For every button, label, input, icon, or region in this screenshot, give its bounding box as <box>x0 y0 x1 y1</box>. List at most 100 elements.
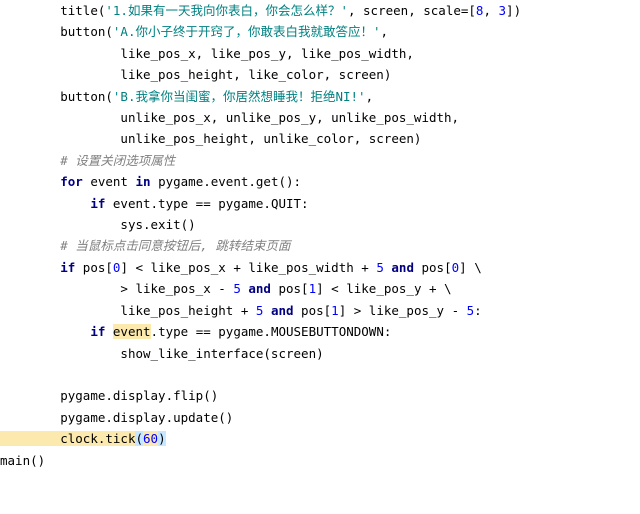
code-token: event.type == pygame.QUIT: <box>105 196 308 211</box>
code-token: if <box>90 324 105 339</box>
code-token: pos[ <box>271 281 309 296</box>
code-token: 0 <box>452 260 460 275</box>
code-line[interactable]: for event in pygame.event.get(): <box>0 174 301 189</box>
code-token <box>0 24 60 39</box>
code-token <box>0 324 90 339</box>
code-token: ) <box>158 431 166 446</box>
code-token <box>0 131 120 146</box>
code-token: 1 <box>309 281 317 296</box>
code-token: 1 <box>331 303 339 318</box>
code-token: if <box>60 260 75 275</box>
code-token: .type == pygame.MOUSEBUTTONDOWN: <box>151 324 392 339</box>
code-token: '1.如果有一天我向你表白，你会怎么样？' <box>105 3 348 18</box>
code-line[interactable]: like_pos_x, like_pos_y, like_pos_width, <box>0 46 414 61</box>
code-line[interactable]: button('A.你小子终于开窍了，你敢表白我就敢答应！', <box>0 24 388 39</box>
code-token: , <box>483 3 498 18</box>
code-token: 5 <box>233 281 241 296</box>
code-token: like_pos_height, like_color, screen) <box>120 67 391 82</box>
code-token <box>0 3 60 18</box>
code-line[interactable]: if event.type == pygame.MOUSEBUTTONDOWN: <box>0 324 391 339</box>
code-line[interactable]: main() <box>0 453 45 468</box>
code-token: and <box>248 281 271 296</box>
code-token <box>0 110 120 125</box>
code-line[interactable]: sys.exit() <box>0 217 196 232</box>
code-token: event <box>83 174 136 189</box>
code-line[interactable]: unlike_pos_x, unlike_pos_y, unlike_pos_w… <box>0 110 459 125</box>
code-token: ] \ <box>459 260 482 275</box>
code-token <box>0 89 60 104</box>
code-line[interactable]: title('1.如果有一天我向你表白，你会怎么样？', screen, sca… <box>0 3 521 18</box>
code-token: pygame.display.flip() <box>60 388 218 403</box>
code-token: main() <box>0 453 45 468</box>
code-token: pygame.event.get(): <box>151 174 302 189</box>
code-token: 5 <box>376 260 384 275</box>
code-token: event <box>113 324 151 339</box>
code-token <box>0 388 60 403</box>
code-token: in <box>135 174 150 189</box>
code-token: unlike_pos_x, unlike_pos_y, unlike_pos_w… <box>120 110 459 125</box>
code-editor[interactable]: title('1.如果有一天我向你表白，你会怎么样？', screen, sca… <box>0 0 640 471</box>
code-token: if <box>90 196 105 211</box>
code-token: > like_pos_x - <box>120 281 233 296</box>
code-line[interactable]: > like_pos_x - 5 and pos[1] < like_pos_y… <box>0 281 452 296</box>
code-line[interactable]: like_pos_height, like_color, screen) <box>0 67 391 82</box>
code-line[interactable]: pygame.display.flip() <box>0 388 218 403</box>
code-token: unlike_pos_height, unlike_color, screen) <box>120 131 421 146</box>
code-token <box>0 260 60 275</box>
code-token: ] > like_pos_y - <box>339 303 467 318</box>
code-token <box>0 217 120 232</box>
code-token: button( <box>60 24 113 39</box>
code-token <box>0 431 60 446</box>
code-line[interactable]: like_pos_height + 5 and pos[1] > like_po… <box>0 303 482 318</box>
code-token <box>263 303 271 318</box>
code-token: like_pos_height + <box>120 303 255 318</box>
code-token: title( <box>60 3 105 18</box>
code-token: button( <box>60 89 113 104</box>
code-token: : <box>474 303 482 318</box>
code-token: pos[ <box>75 260 113 275</box>
code-token: and <box>271 303 294 318</box>
code-line[interactable]: unlike_pos_height, unlike_color, screen) <box>0 131 421 146</box>
code-line[interactable]: pygame.display.update() <box>0 410 233 425</box>
code-line[interactable]: show_like_interface(screen) <box>0 346 324 361</box>
code-token: pos[ <box>294 303 332 318</box>
code-token: , screen, scale=[ <box>348 3 476 18</box>
code-token <box>0 67 120 82</box>
code-line[interactable]: clock.tick(60) <box>0 431 166 446</box>
code-token: ]) <box>506 3 521 18</box>
code-token: show_like_interface(screen) <box>120 346 323 361</box>
code-token <box>0 410 60 425</box>
code-token: ( <box>135 431 143 446</box>
code-token: pygame.display.update() <box>60 410 233 425</box>
code-token: ] < like_pos_y + \ <box>316 281 451 296</box>
code-token <box>0 46 120 61</box>
code-token: # 当鼠标点击同意按钮后, 跳转结束页面 <box>60 238 290 253</box>
code-token <box>0 346 120 361</box>
code-token: pos[ <box>414 260 452 275</box>
code-token: 60 <box>143 431 158 446</box>
code-token <box>0 238 60 253</box>
code-token: 3 <box>499 3 507 18</box>
code-token <box>105 324 113 339</box>
code-token: ] < like_pos_x + like_pos_width + <box>120 260 376 275</box>
code-token <box>0 174 60 189</box>
code-token: for <box>60 174 83 189</box>
code-line[interactable]: # 当鼠标点击同意按钮后, 跳转结束页面 <box>0 238 290 253</box>
code-token: and <box>391 260 414 275</box>
code-token <box>0 196 90 211</box>
code-line[interactable]: button('B.我拿你当闺蜜，你居然想睡我！拒绝NI!', <box>0 89 373 104</box>
code-token <box>0 303 120 318</box>
code-line[interactable]: # 设置关闭选项属性 <box>0 153 175 168</box>
code-line[interactable]: if event.type == pygame.QUIT: <box>0 196 309 211</box>
code-token: 'A.你小子终于开窍了，你敢表白我就敢答应！' <box>113 24 381 39</box>
code-token: , <box>381 24 389 39</box>
code-token <box>0 153 60 168</box>
code-token: clock.tick <box>60 431 135 446</box>
code-line[interactable]: if pos[0] < like_pos_x + like_pos_width … <box>0 260 482 275</box>
code-token: 'B.我拿你当闺蜜，你居然想睡我！拒绝NI!' <box>113 89 366 104</box>
code-token <box>0 281 120 296</box>
code-token: # 设置关闭选项属性 <box>60 153 175 168</box>
code-token: like_pos_x, like_pos_y, like_pos_width, <box>120 46 414 61</box>
code-token: sys.exit() <box>120 217 195 232</box>
code-token: , <box>366 89 374 104</box>
